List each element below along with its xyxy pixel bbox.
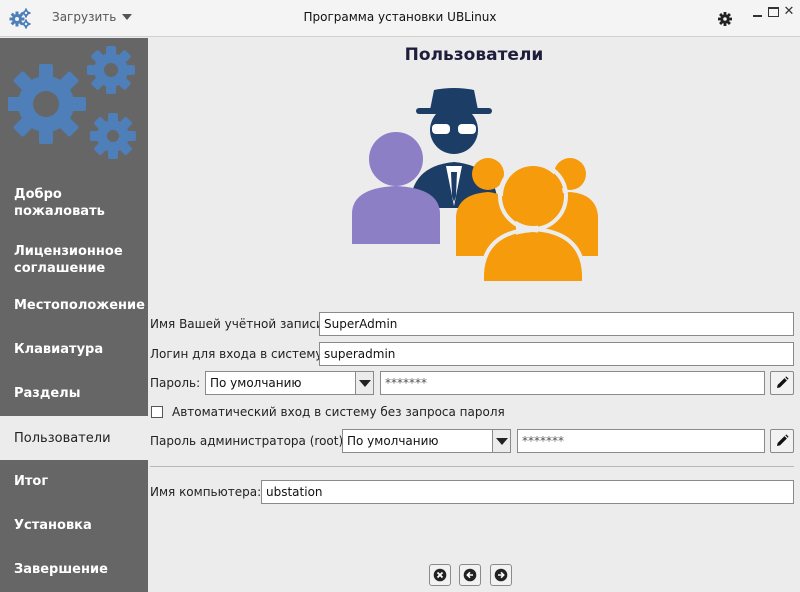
sidebar-item-install[interactable]: Установка bbox=[0, 508, 148, 542]
chevron-down-icon bbox=[355, 372, 373, 394]
account-name-input[interactable]: SuperAdmin bbox=[319, 312, 794, 336]
cancel-button[interactable] bbox=[429, 564, 451, 586]
login-label: Логин для входа в систему: bbox=[150, 347, 327, 361]
login-input[interactable]: superadmin bbox=[319, 342, 794, 366]
close-button[interactable]: ✕ bbox=[783, 4, 795, 19]
sidebar-item-license[interactable]: Лицензионное соглашение bbox=[0, 232, 148, 288]
maximize-button[interactable] bbox=[767, 6, 779, 18]
root-password-mode-value: По умолчанию bbox=[347, 434, 439, 448]
sidebar-item-finish[interactable]: Завершение bbox=[0, 552, 148, 586]
root-password-input[interactable]: ******* bbox=[517, 429, 765, 453]
page-title: Пользователи bbox=[404, 45, 544, 65]
hostname-input[interactable]: ubstation bbox=[261, 480, 794, 504]
sidebar-item-partitions[interactable]: Разделы bbox=[0, 376, 148, 410]
account-name-label: Имя Вашей учётной записи: bbox=[150, 317, 328, 331]
main-content: Пользователи Имя Вашей учётной записи: S… bbox=[148, 38, 800, 592]
password-mode-value: По умолчанию bbox=[210, 376, 302, 390]
password-label: Пароль: bbox=[150, 376, 201, 390]
minimize-button[interactable] bbox=[752, 6, 762, 18]
maximize-icon bbox=[767, 7, 779, 17]
next-button[interactable] bbox=[490, 564, 512, 586]
arrow-right-icon bbox=[494, 568, 508, 582]
sidebar-item-summary[interactable]: Итог bbox=[0, 464, 148, 498]
minimize-icon bbox=[752, 15, 762, 17]
autologin-checkbox[interactable] bbox=[151, 406, 163, 418]
sidebar-item-keyboard[interactable]: Клавиатура bbox=[0, 332, 148, 366]
close-icon: ✕ bbox=[783, 4, 795, 19]
pencil-icon bbox=[777, 376, 789, 388]
window-title: Программа установки UBLinux bbox=[303, 10, 497, 24]
password-input[interactable]: ******* bbox=[380, 371, 765, 395]
autologin-label: Автоматический вход в систему без запрос… bbox=[172, 405, 505, 419]
root-password-mode-select[interactable]: По умолчанию bbox=[342, 429, 511, 453]
cancel-icon bbox=[433, 568, 447, 582]
sidebar: Добро пожаловать Лицензионное соглашение… bbox=[0, 38, 148, 592]
sidebar-item-welcome[interactable]: Добро пожаловать bbox=[0, 175, 148, 231]
back-button[interactable] bbox=[459, 564, 481, 586]
gears-logo-icon bbox=[8, 46, 136, 159]
arrow-left-icon bbox=[463, 568, 477, 582]
sidebar-item-label: Местоположение bbox=[14, 297, 145, 313]
sidebar-item-label: Завершение bbox=[14, 561, 108, 577]
sidebar-item-label: Пользователи bbox=[14, 430, 111, 446]
title-bar: Загрузить Программа установки UBLinux ✕ bbox=[0, 0, 800, 37]
edit-root-password-button[interactable] bbox=[770, 429, 794, 453]
sidebar-item-location[interactable]: Местоположение bbox=[0, 288, 148, 322]
root-password-label: Пароль администратора (root): bbox=[150, 434, 348, 448]
password-mode-select[interactable]: По умолчанию bbox=[205, 371, 374, 395]
sidebar-item-label: Клавиатура bbox=[14, 341, 104, 357]
edit-password-button[interactable] bbox=[770, 371, 794, 395]
divider bbox=[150, 466, 794, 467]
sidebar-item-label: Итог bbox=[14, 473, 49, 489]
sidebar-item-label: Установка bbox=[14, 517, 92, 533]
sidebar-item-label: Лицензионное соглашение bbox=[14, 244, 123, 276]
hostname-label: Имя компьютера: bbox=[150, 485, 262, 499]
gear-icon[interactable] bbox=[717, 11, 733, 27]
sidebar-item-label: Добро пожаловать bbox=[14, 187, 105, 219]
users-illustration-icon bbox=[352, 88, 598, 281]
pencil-icon bbox=[777, 434, 789, 446]
chevron-down-icon bbox=[492, 430, 510, 452]
sidebar-item-users[interactable]: Пользователи bbox=[0, 416, 148, 460]
sidebar-item-label: Разделы bbox=[14, 385, 81, 401]
